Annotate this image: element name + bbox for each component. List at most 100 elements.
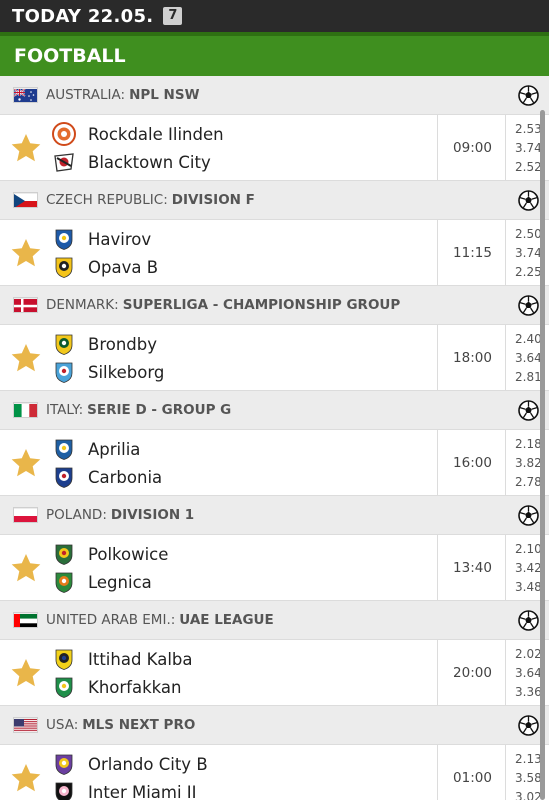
league-country: USA: [46, 717, 79, 733]
away-team: Opava B [52, 253, 158, 281]
match-time: 01:00 [440, 745, 506, 800]
away-team-crest-icon [52, 150, 76, 174]
flag-us-icon [13, 717, 38, 733]
away-team: Khorfakkan [52, 673, 181, 701]
league-header[interactable]: POLAND: DIVISION 1 [0, 496, 549, 535]
league-header[interactable]: UNITED ARAB EMI.: UAE LEAGUE [0, 601, 549, 640]
away-team: Legnica [52, 568, 152, 596]
home-team-name: Havirov [88, 229, 152, 249]
league-name: SERIE D - GROUP G [87, 402, 232, 418]
match-teams[interactable]: Ittihad Kalba Khorfakkan [52, 640, 438, 706]
date-header: TODAY 22.05. 7 [0, 0, 549, 32]
home-team-crest-icon [52, 752, 76, 776]
home-team-crest-icon [52, 542, 76, 566]
flag-ae-icon [13, 612, 38, 628]
football-icon[interactable] [518, 505, 539, 526]
football-icon[interactable] [518, 295, 539, 316]
match-row[interactable]: Brondby Silkeborg 18:00 2.40 3.64 2.81 [0, 325, 549, 391]
home-team: Ittihad Kalba [52, 645, 193, 673]
match-time: 11:15 [440, 220, 506, 286]
home-team-crest-icon [52, 227, 76, 251]
away-team-crest-icon [52, 465, 76, 489]
league-header[interactable]: CZECH REPUBLIC: DIVISION F [0, 181, 549, 220]
home-team: Polkowice [52, 540, 168, 568]
favorite-star-icon[interactable] [10, 132, 42, 164]
match-teams[interactable]: Havirov Opava B [52, 220, 438, 286]
favorite-star-icon[interactable] [10, 237, 42, 269]
league-header[interactable]: ITALY: SERIE D - GROUP G [0, 391, 549, 430]
scrollbar[interactable] [540, 110, 545, 800]
football-icon[interactable] [518, 715, 539, 736]
league-country: POLAND: [46, 507, 107, 523]
away-team-name: Blacktown City [88, 152, 211, 172]
away-team: Silkeborg [52, 358, 164, 386]
away-team-crest-icon [52, 570, 76, 594]
match-teams[interactable]: Brondby Silkeborg [52, 325, 438, 391]
league-name: SUPERLIGA - CHAMPIONSHIP GROUP [122, 297, 401, 313]
away-team-name: Carbonia [88, 467, 163, 487]
away-team: Carbonia [52, 463, 162, 491]
favorite-star-icon[interactable] [10, 447, 42, 479]
football-icon[interactable] [518, 85, 539, 106]
favorite-star-icon[interactable] [10, 552, 42, 584]
away-team-name: Khorfakkan [88, 677, 182, 697]
football-icon[interactable] [518, 400, 539, 421]
league-country: CZECH REPUBLIC: [46, 192, 168, 208]
home-team: Brondby [52, 330, 157, 358]
flag-pl-icon [13, 507, 38, 523]
match-time: 20:00 [440, 640, 506, 706]
flag-it-icon [13, 402, 38, 418]
favorite-star-icon[interactable] [10, 762, 42, 794]
home-team: Havirov [52, 225, 151, 253]
match-time: 18:00 [440, 325, 506, 391]
league-header[interactable]: DENMARK: SUPERLIGA - CHAMPIONSHIP GROUP [0, 286, 549, 325]
away-team-name: Inter Miami II [88, 782, 197, 800]
match-teams[interactable]: Orlando City B Inter Miami II [52, 745, 438, 800]
match-row[interactable]: Havirov Opava B 11:15 2.50 3.74 2.25 [0, 220, 549, 286]
league-name: DIVISION 1 [110, 507, 195, 523]
away-team-crest-icon [52, 780, 76, 800]
match-time: 09:00 [440, 115, 506, 181]
away-team: Blacktown City [52, 148, 211, 176]
football-icon[interactable] [518, 610, 539, 631]
flag-dk-icon [13, 297, 38, 313]
league-header[interactable]: AUSTRALIA: NPL NSW [0, 76, 549, 115]
match-teams[interactable]: Rockdale Ilinden Blacktown City [52, 115, 438, 181]
favorite-star-icon[interactable] [10, 342, 42, 374]
favorite-star-icon[interactable] [10, 657, 42, 689]
sport-title: FOOTBALL [14, 45, 126, 67]
home-team-crest-icon [52, 647, 76, 671]
match-row[interactable]: Orlando City B Inter Miami II 01:00 2.13 3.5… [0, 745, 549, 800]
match-time: 16:00 [440, 430, 506, 496]
home-team-name: Ittihad Kalba [88, 649, 193, 669]
match-row[interactable]: Aprilia Carbonia 16:00 2.18 3.82 2.78 [0, 430, 549, 496]
league-country: DENMARK: [46, 297, 119, 313]
match-teams[interactable]: Polkowice Legnica [52, 535, 438, 601]
home-team-name: Orlando City B [88, 754, 208, 774]
away-team: Inter Miami II [52, 778, 197, 800]
away-team-name: Silkeborg [88, 362, 165, 382]
home-team: Orlando City B [52, 750, 208, 778]
flag-au-icon [13, 87, 38, 103]
home-team-name: Rockdale Ilinden [88, 124, 224, 144]
match-row[interactable]: Rockdale Ilinden Blacktown City 09:00 2.53 3… [0, 115, 549, 181]
date-title: TODAY 22.05. [12, 5, 154, 27]
league-country: ITALY: [46, 402, 84, 418]
home-team-name: Polkowice [88, 544, 169, 564]
home-team-name: Brondby [88, 334, 158, 354]
home-team-crest-icon [52, 332, 76, 356]
match-teams[interactable]: Aprilia Carbonia [52, 430, 438, 496]
football-icon[interactable] [518, 190, 539, 211]
flag-cz-icon [13, 192, 38, 208]
match-row[interactable]: Polkowice Legnica 13:40 2.10 3.42 3.48 [0, 535, 549, 601]
match-row[interactable]: Ittihad Kalba Khorfakkan 20:00 2.02 3.64 3.36 [0, 640, 549, 706]
away-team-crest-icon [52, 360, 76, 384]
sport-header[interactable]: FOOTBALL [0, 32, 549, 76]
away-team-crest-icon [52, 255, 76, 279]
away-team-crest-icon [52, 675, 76, 699]
away-team-name: Opava B [88, 257, 159, 277]
home-team: Aprilia [52, 435, 140, 463]
home-team-name: Aprilia [88, 439, 141, 459]
league-header[interactable]: USA: MLS NEXT PRO [0, 706, 549, 745]
match-time: 13:40 [440, 535, 506, 601]
